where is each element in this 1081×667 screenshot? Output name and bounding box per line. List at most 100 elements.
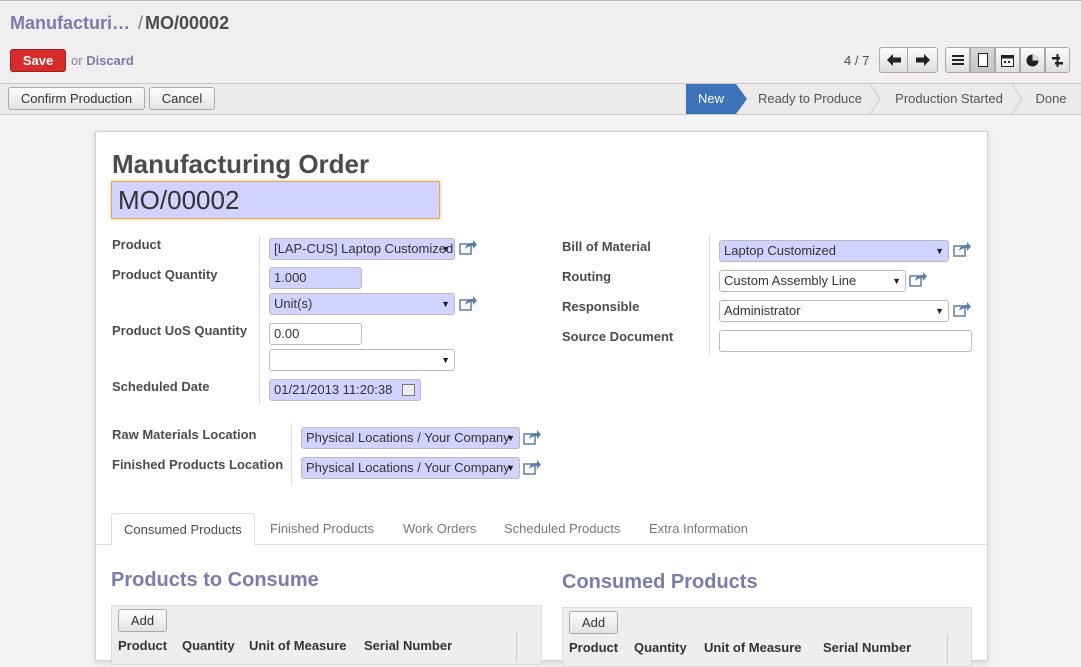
tab-finished-products[interactable]: Finished Products	[258, 513, 386, 546]
graph-view-button[interactable]	[1020, 47, 1045, 73]
products-to-consume-grid: Add Product Quantity Unit of Measure Ser…	[111, 605, 542, 665]
product-uos-quantity-input[interactable]: 0.00	[269, 323, 362, 345]
responsible-select[interactable]: Administrator ▼	[719, 300, 949, 322]
column-divider	[516, 632, 517, 662]
consumed-products-grid: Add Product Quantity Unit of Measure Ser…	[562, 607, 972, 667]
form-icon	[977, 53, 988, 67]
breadcrumb-parent-link[interactable]: Manufacturi…	[10, 13, 130, 33]
product-value: [LAP-CUS] Laptop Customized	[274, 241, 454, 256]
raw-materials-location-label: Raw Materials Location	[112, 427, 257, 442]
external-link-icon[interactable]	[523, 429, 541, 445]
dropdown-arrow-icon: ▼	[935, 246, 944, 256]
pager-previous-button[interactable]	[879, 47, 908, 73]
consumed-products-title: Consumed Products	[562, 571, 758, 593]
external-link-icon[interactable]	[459, 239, 477, 255]
tab-consumed-products[interactable]: Consumed Products	[111, 513, 255, 546]
confirm-production-button[interactable]: Confirm Production	[8, 87, 145, 110]
raw-materials-location-value: Physical Locations / Your Company	[306, 430, 510, 445]
gantt-view-button[interactable]	[1045, 47, 1070, 73]
scheduled-date-input[interactable]: 01/21/2013 11:20:38	[269, 379, 421, 401]
reference-input[interactable]: MO/00002	[111, 181, 440, 219]
pager-value: 4 / 7	[844, 53, 870, 68]
column-header[interactable]: Unit of Measure	[704, 640, 802, 655]
uom-select[interactable]: Unit(s) ▼	[269, 293, 455, 315]
dropdown-arrow-icon: ▼	[935, 306, 944, 316]
dropdown-arrow-icon: ▼	[506, 463, 515, 473]
dropdown-arrow-icon: ▼	[506, 433, 515, 443]
column-header[interactable]: Serial Number	[823, 640, 911, 655]
arrow-left-icon	[886, 54, 901, 66]
form-view-button[interactable]	[970, 47, 995, 73]
tab-extra-information[interactable]: Extra Information	[637, 513, 760, 546]
stage-chevron-icon	[869, 84, 881, 114]
calendar-icon	[1001, 55, 1014, 67]
source-document-input[interactable]	[719, 330, 972, 352]
breadcrumb-current: MO/00002	[145, 13, 230, 33]
arrow-right-icon	[915, 54, 930, 66]
cancel-button[interactable]: Cancel	[149, 87, 215, 110]
source-document-label: Source Document	[562, 329, 674, 344]
dropdown-arrow-icon: ▼	[441, 355, 450, 365]
responsible-value: Administrator	[724, 303, 801, 318]
add-consumed-button[interactable]: Add	[569, 611, 618, 634]
uom-value: Unit(s)	[274, 296, 313, 311]
products-to-consume-title: Products to Consume	[111, 569, 319, 591]
list-view-button[interactable]	[945, 47, 970, 73]
stage-chevron-icon	[1011, 84, 1023, 114]
column-header[interactable]: Quantity	[634, 640, 687, 655]
product-uos-quantity-label: Product UoS Quantity	[112, 323, 248, 338]
dropdown-arrow-icon: ▼	[441, 244, 450, 254]
raw-materials-location-select[interactable]: Physical Locations / Your Company ▼	[301, 427, 520, 449]
responsible-label: Responsible	[562, 299, 640, 314]
breadcrumb-separator: /	[138, 13, 144, 33]
pager-next-button[interactable]	[907, 47, 938, 73]
discard-link[interactable]: Discard	[86, 53, 134, 68]
stage-done: Done	[1035, 91, 1067, 106]
bill-of-material-select[interactable]: Laptop Customized ▼	[719, 240, 949, 262]
routing-select[interactable]: Custom Assembly Line ▼	[719, 270, 906, 292]
save-button[interactable]: Save	[10, 49, 66, 72]
scheduled-date-label: Scheduled Date	[112, 379, 210, 394]
routing-value: Custom Assembly Line	[724, 273, 857, 288]
stage-production-started: Production Started	[895, 91, 1003, 106]
external-link-icon[interactable]	[953, 301, 971, 317]
divider	[259, 235, 260, 405]
bill-of-material-label: Bill of Material	[562, 239, 651, 254]
finished-products-location-select[interactable]: Physical Locations / Your Company ▼	[301, 457, 520, 479]
column-divider	[947, 634, 948, 664]
gantt-icon	[1052, 54, 1063, 67]
product-quantity-input[interactable]: 1.000	[269, 267, 362, 289]
external-link-icon[interactable]	[459, 295, 477, 311]
breadcrumb: Manufacturi… / MO/00002	[10, 13, 229, 34]
or-text: or	[71, 53, 83, 68]
pie-chart-icon	[1026, 54, 1039, 67]
calendar-icon[interactable]	[402, 384, 415, 396]
calendar-view-button[interactable]	[995, 47, 1020, 73]
external-link-icon[interactable]	[953, 241, 971, 257]
notebook-tabs: Consumed Products Finished Products Work…	[96, 513, 987, 546]
divider	[709, 235, 710, 355]
dropdown-arrow-icon: ▼	[892, 276, 901, 286]
tab-work-orders[interactable]: Work Orders	[391, 513, 488, 546]
dropdown-arrow-icon: ▼	[441, 299, 450, 309]
external-link-icon[interactable]	[523, 459, 541, 475]
form-sheet: Manufacturing Order MO/00002 Product [LA…	[95, 131, 988, 667]
uos-select[interactable]: ▼	[269, 349, 455, 371]
control-panel: Manufacturi… / MO/00002 Save or Discard 4 …	[0, 0, 1081, 84]
stage-new: New	[686, 84, 736, 114]
scheduled-date-value: 01/21/2013 11:20:38	[274, 382, 393, 397]
stage-ready-to-produce: Ready to Produce	[757, 91, 863, 106]
form-title: Manufacturing Order	[112, 149, 370, 179]
column-header[interactable]: Product	[569, 640, 618, 655]
divider	[291, 423, 292, 483]
external-link-icon[interactable]	[909, 271, 927, 287]
bill-of-material-value: Laptop Customized	[724, 243, 837, 258]
product-select[interactable]: [LAP-CUS] Laptop Customized ▼	[269, 238, 455, 260]
or-discard: or Discard	[71, 53, 134, 68]
finished-products-location-label: Finished Products Location	[112, 457, 284, 472]
statusbar: Confirm Production Cancel New Ready to P…	[0, 84, 1081, 115]
add-to-consume-button[interactable]: Add	[118, 609, 167, 632]
stage-arrow	[736, 84, 747, 114]
product-quantity-label: Product Quantity	[112, 267, 218, 282]
tab-scheduled-products[interactable]: Scheduled Products	[492, 513, 632, 546]
